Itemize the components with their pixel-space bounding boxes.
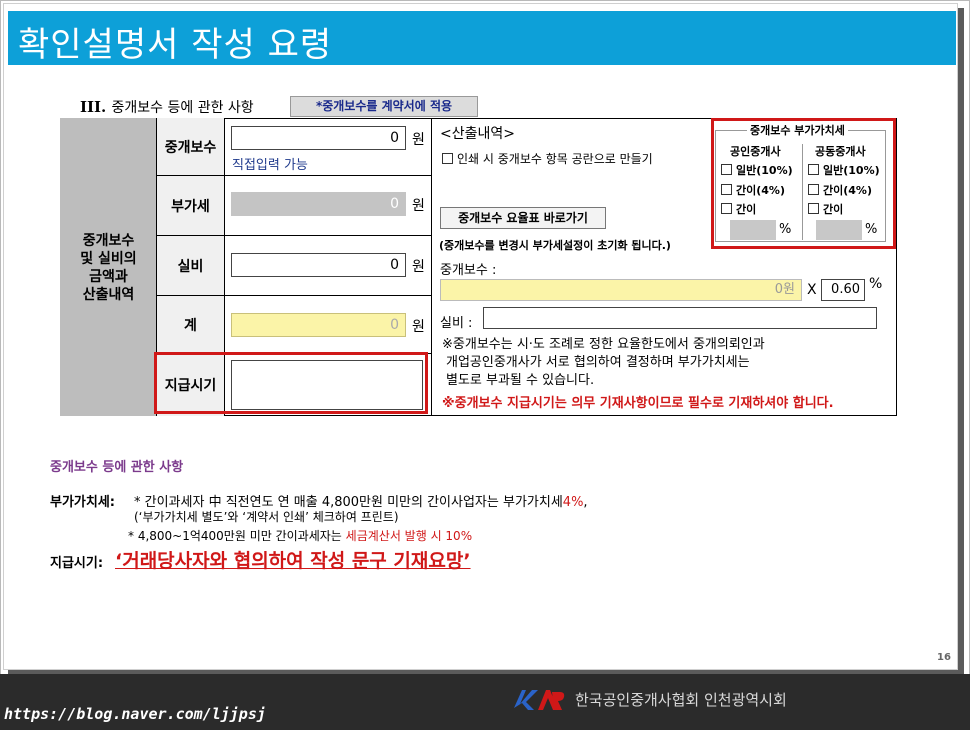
vat-input: 0 — [231, 192, 406, 216]
fee-unit: 원 — [412, 132, 425, 148]
fee-label: 중개보수 — [157, 118, 225, 176]
calc-title: <산출내역> — [440, 126, 515, 142]
blog-url[interactable]: https://blog.naver.com/ljjpsj — [4, 705, 266, 723]
apply-to-contract-tag[interactable]: *중개보수를 계약서에 적용 — [290, 96, 478, 117]
fee-table-button[interactable]: 중개보수 요율표 바로가기 — [440, 207, 606, 229]
row-header-line: 금액과 — [89, 269, 128, 285]
reset-note: (중개보수를 변경시 부가세설정이 초기화 됩니다.) — [439, 239, 671, 252]
calc-fee-label: 중개보수 : — [440, 263, 497, 278]
notes-vat-label: 부가가치세: — [50, 495, 115, 510]
kar-logo-icon — [514, 690, 565, 710]
notes-pay-label: 지급시기: — [50, 556, 104, 571]
notice-line: ※중개보수는 시·도 조례로 정한 요율한도에서 중개의뢰인과 — [442, 337, 765, 352]
organization-name: 한국공인중개사협회 인천광역시회 — [575, 691, 787, 709]
fee-cell: 0 원 직접입력 가능 — [225, 118, 432, 176]
footer: https://blog.naver.com/ljjpsj 한국공인중개사협회 … — [0, 674, 970, 730]
total-value: 0 — [231, 313, 406, 337]
page-number: 16 — [937, 652, 951, 663]
payment-warning: ※중개보수 지급시기는 의무 기재사항이므로 필수로 기재하셔야 합니다. — [442, 396, 834, 411]
notes-highlight: 세금계산서 발행 시 10% — [345, 529, 473, 543]
calc-fee-value: 0원 — [440, 279, 802, 301]
notes-vat-line3: * 4,800~1억400만원 미만 간이과세자는 세금계산서 발행 시 10% — [128, 527, 472, 544]
calc-expense-input[interactable] — [483, 307, 877, 329]
multiply-sign: X — [807, 282, 817, 298]
fee-row-header-text: 중개보수 및 실비의 금액과 산출내역 — [60, 232, 157, 304]
vat-label: 부가세 — [157, 176, 225, 236]
notes-text: , — [583, 495, 588, 510]
payment-time-highlight — [154, 352, 428, 414]
total-unit: 원 — [412, 319, 425, 335]
notes-highlight: 4% — [562, 495, 584, 510]
calc-expense-label: 실비 : — [440, 316, 473, 331]
notice-line: 별도로 부과될 수 있습니다. — [446, 373, 595, 388]
expense-unit: 원 — [412, 259, 425, 275]
title-bar: 확인설명서 작성 요령 — [8, 11, 956, 65]
row-header-line: 중개보수 — [82, 233, 135, 249]
fee-input[interactable]: 0 — [231, 126, 406, 150]
rate-unit: % — [869, 276, 883, 292]
section-title: III. 중개보수 등에 관한 사항 — [80, 97, 254, 117]
notes-text: * 4,800~1억400만원 미만 간이과세자는 — [128, 529, 346, 543]
direct-input-hint: 직접입력 가능 — [232, 158, 308, 173]
row-header-line: 산출내역 — [82, 287, 135, 303]
expense-cell: 0 원 — [225, 236, 432, 296]
rate-input[interactable]: 0.60 — [821, 279, 865, 301]
slide-title: 확인설명서 작성 요령 — [18, 25, 333, 65]
section-title-text: 중개보수 등에 관한 사항 — [111, 100, 254, 116]
vat-panel-highlight — [711, 118, 896, 249]
total-label: 계 — [157, 296, 225, 354]
notes-vat-line2: (‘부가가치세 별도’와 ‘계약서 인쇄’ 체크하여 프린트) — [134, 510, 399, 524]
notes-pay-text: ‘거래당사자와 협의하여 작성 문구 기재요망’ — [115, 550, 471, 572]
slide-shadow-right — [957, 8, 964, 674]
vat-cell: 0 원 — [225, 176, 432, 236]
expense-input[interactable]: 0 — [231, 253, 406, 277]
row-header-line: 및 실비의 — [80, 251, 137, 267]
notes-title: 중개보수 등에 관한 사항 — [50, 460, 184, 475]
print-blank-label: 인쇄 시 중개보수 항목 공란으로 만들기 — [457, 152, 653, 166]
expense-label: 실비 — [157, 236, 225, 296]
print-blank-option[interactable]: 인쇄 시 중개보수 항목 공란으로 만들기 — [442, 150, 653, 167]
checkbox-icon[interactable] — [442, 153, 453, 164]
fee-row-header: 중개보수 및 실비의 금액과 산출내역 — [60, 118, 157, 416]
vat-unit: 원 — [412, 198, 425, 214]
total-cell: 0 원 — [225, 296, 432, 354]
section-number: III. — [80, 98, 107, 116]
notice-line: 개업공인중개사가 서로 협의하여 결정하며 부가가치세는 — [446, 355, 750, 370]
fee-notice: ※중개보수는 시·도 조례로 정한 요율한도에서 중개의뢰인과 개업공인중개사가… — [442, 336, 765, 390]
